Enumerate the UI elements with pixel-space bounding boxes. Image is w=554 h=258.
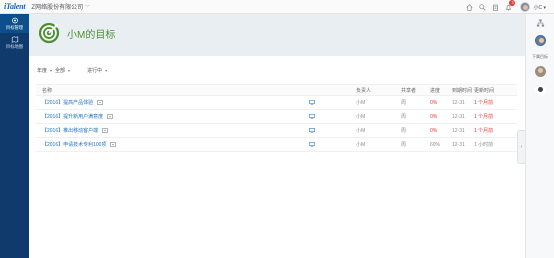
- monitor-cell: [309, 138, 315, 151]
- due-cell: 12-31: [452, 99, 465, 106]
- company-name: Z网络股份有限公司: [31, 5, 84, 11]
- chevron-down-icon: ▾: [68, 67, 71, 73]
- progress-cell: 60%: [430, 141, 441, 148]
- sidebar-item-label: 目标地图: [5, 44, 24, 49]
- monitor-cell: [309, 110, 315, 123]
- top-bar: iTalent Z网络股份有限公司 ﹀ 3 小C ▾: [0, 0, 554, 14]
- search-icon[interactable]: [478, 3, 486, 11]
- due-cell: 12-31: [452, 113, 465, 120]
- avatar[interactable]: [535, 66, 546, 77]
- clipboard-icon[interactable]: [491, 3, 499, 11]
- monitor-cell: [309, 96, 315, 109]
- right-panel: 下属目标: [525, 14, 554, 258]
- table-row[interactable]: 【2016】推出移动客户端 小M 周 0% 12-31 1 个月前: [36, 124, 517, 138]
- monitor-icon[interactable]: [309, 114, 315, 119]
- table-row[interactable]: 【2016】提高产品体验 小M 周 0% 12-31 1 个月前: [36, 96, 517, 110]
- app-logo[interactable]: iTalent: [4, 2, 26, 11]
- share-cell: 周: [401, 114, 407, 120]
- target-manage-icon: [11, 17, 18, 24]
- document-icon[interactable]: [107, 114, 114, 119]
- user-menu[interactable]: 小C ▾: [533, 4, 546, 11]
- target-map-icon: [11, 36, 18, 43]
- updated-cell: 1 个月前: [474, 100, 494, 106]
- notification-bell-icon[interactable]: 3: [504, 0, 516, 11]
- column-header-updated[interactable]: 更新时间: [474, 85, 494, 95]
- chevron-down-icon: ▾: [50, 67, 53, 73]
- table-row[interactable]: 【2016】提升新用户满意度 小M 周 0% 12-31 1 个月前: [36, 110, 517, 124]
- progress-cell: 0%: [430, 113, 438, 120]
- left-sidebar: 目标管理 目标地图: [0, 14, 29, 258]
- top-actions: 3 小C ▾: [460, 0, 546, 14]
- period-filter-label: 年度: [37, 67, 48, 74]
- due-cell: 12-31: [452, 141, 465, 148]
- column-header-share[interactable]: 共享者: [401, 85, 416, 95]
- share-cell: 周: [401, 100, 407, 106]
- panel-collapse-toggle[interactable]: ‹: [517, 130, 525, 164]
- goal-link[interactable]: 【2016】申请技术专利100项: [42, 141, 106, 148]
- chevron-down-icon: ﹀: [85, 5, 91, 11]
- monitor-cell: [309, 124, 315, 137]
- monitor-icon[interactable]: [309, 142, 315, 147]
- monitor-icon[interactable]: [309, 128, 315, 133]
- sidebar-item-target-map[interactable]: 目标地图: [0, 33, 29, 50]
- subordinate-goals-label: 下属目标: [532, 54, 548, 59]
- notification-badge: 3: [509, 0, 516, 6]
- due-cell: 12-31: [452, 127, 465, 134]
- period-filter[interactable]: 年度 ▾ 全部 ▾: [37, 67, 73, 74]
- page-title: 小M的目标: [67, 30, 116, 41]
- org-chart-icon[interactable]: [536, 19, 545, 27]
- avatar[interactable]: [535, 35, 546, 46]
- avatar[interactable]: [535, 85, 546, 96]
- goal-name-cell: 【2016】推出移动客户端: [42, 124, 109, 137]
- column-header-owner[interactable]: 负责人: [356, 85, 371, 95]
- home-icon[interactable]: [465, 3, 473, 11]
- goals-table: 名称 负责人 共享者 进度 到期时间 更新时间 【2016】提高产品体验 小M …: [36, 84, 517, 152]
- document-icon[interactable]: [102, 128, 109, 133]
- goal-name-cell: 【2016】提升新用户满意度: [42, 110, 114, 123]
- goal-link[interactable]: 【2016】推出移动客户端: [42, 127, 98, 134]
- owner-cell: 小M: [356, 128, 366, 134]
- updated-cell: 1 个月前: [474, 128, 494, 134]
- updated-cell: 1 小时前: [474, 142, 494, 148]
- table-row[interactable]: 【2016】申请技术专利100项 小M 周 60% 12-31 1 小时前: [36, 138, 517, 152]
- status-filter-label: 进行中: [87, 67, 103, 74]
- monitor-icon[interactable]: [309, 100, 315, 105]
- owner-cell: 小M: [356, 142, 366, 148]
- share-cell: 周: [401, 128, 407, 134]
- document-icon[interactable]: [110, 142, 117, 147]
- scope-filter[interactable]: 全部: [55, 67, 65, 74]
- goal-link[interactable]: 【2016】提高产品体验: [42, 99, 93, 106]
- goal-name-cell: 【2016】提高产品体验: [42, 96, 104, 109]
- share-cell: 周: [401, 142, 407, 148]
- goal-link[interactable]: 【2016】提升新用户满意度: [42, 113, 103, 120]
- page-header: 小M的目标: [29, 14, 525, 56]
- document-icon[interactable]: [97, 100, 104, 105]
- owner-cell: 小M: [356, 100, 366, 106]
- user-avatar[interactable]: [520, 2, 531, 12]
- sidebar-item-target-manage[interactable]: 目标管理: [0, 14, 29, 33]
- chevron-left-icon: ‹: [520, 144, 523, 150]
- column-header-progress[interactable]: 进度: [430, 85, 440, 95]
- updated-cell: 1 个月前: [474, 114, 494, 120]
- column-header-due[interactable]: 到期时间: [452, 85, 472, 95]
- progress-cell: 0%: [430, 99, 438, 106]
- chevron-down-icon: ▾: [105, 67, 108, 73]
- column-header-name[interactable]: 名称: [42, 85, 52, 95]
- target-icon: [38, 22, 60, 44]
- progress-cell: 0%: [430, 127, 438, 134]
- company-switcher[interactable]: Z网络股份有限公司 ﹀: [31, 2, 90, 11]
- status-filter[interactable]: 进行中 ▾: [87, 67, 110, 74]
- owner-cell: 小M: [356, 114, 366, 120]
- table-header-row: 名称 负责人 共享者 进度 到期时间 更新时间: [36, 84, 517, 96]
- user-name: 小C: [533, 4, 543, 11]
- sidebar-item-label: 目标管理: [5, 25, 24, 30]
- goal-name-cell: 【2016】申请技术专利100项: [42, 138, 117, 151]
- filter-bar: 年度 ▾ 全部 ▾ 进行中 ▾: [37, 66, 124, 74]
